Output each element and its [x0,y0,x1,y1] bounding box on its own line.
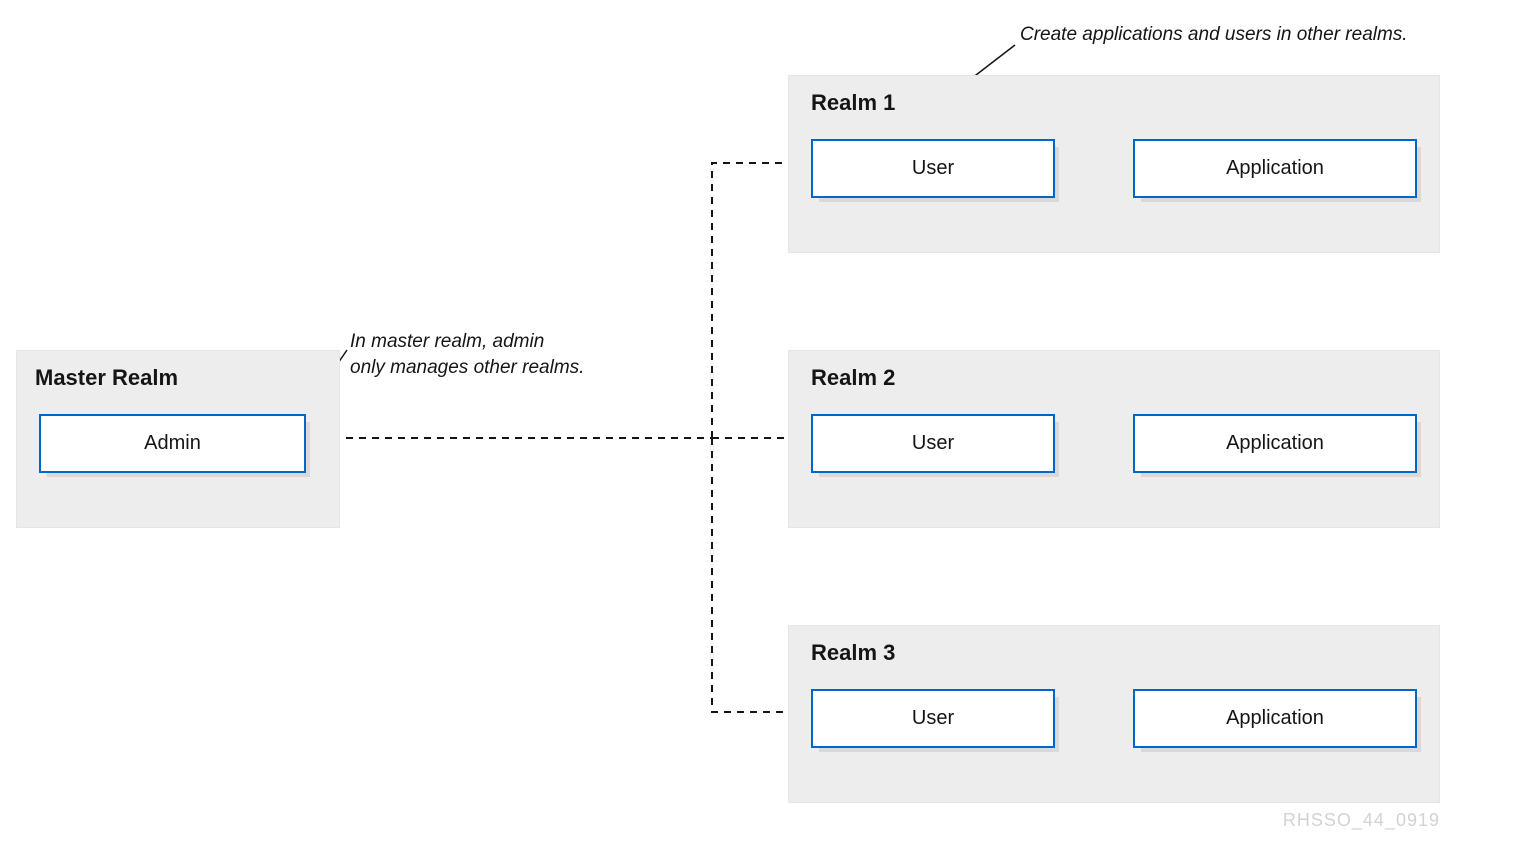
realm-2-user-label: User [912,432,954,455]
realm-2-user-box: User [811,414,1055,473]
realm-2-title: Realm 2 [811,365,895,391]
realm-3-panel: Realm 3 User Application [788,625,1440,803]
admin-label: Admin [144,432,201,455]
realm-1-app-label: Application [1226,157,1324,180]
realm-2-panel: Realm 2 User Application [788,350,1440,528]
realm-3-user-box: User [811,689,1055,748]
realm-1-title: Realm 1 [811,90,895,116]
realm-3-app-box: Application [1133,689,1417,748]
realm-1-panel: Realm 1 User Application [788,75,1440,253]
realm-1-user-label: User [912,157,954,180]
realm-1-user-box: User [811,139,1055,198]
footer-id: RHSSO_44_0919 [1283,810,1440,831]
realm-2-app-box: Application [1133,414,1417,473]
annotation-realms: Create applications and users in other r… [1020,22,1408,48]
annotation-master: In master realm, admin only manages othe… [350,329,584,380]
realm-1-app-box: Application [1133,139,1417,198]
realm-2-app-label: Application [1226,432,1324,455]
realm-3-user-label: User [912,707,954,730]
master-realm-panel: Master Realm Admin [16,350,340,528]
realm-3-title: Realm 3 [811,640,895,666]
master-realm-title: Master Realm [35,365,178,391]
realm-3-app-label: Application [1226,707,1324,730]
admin-box: Admin [39,414,306,473]
